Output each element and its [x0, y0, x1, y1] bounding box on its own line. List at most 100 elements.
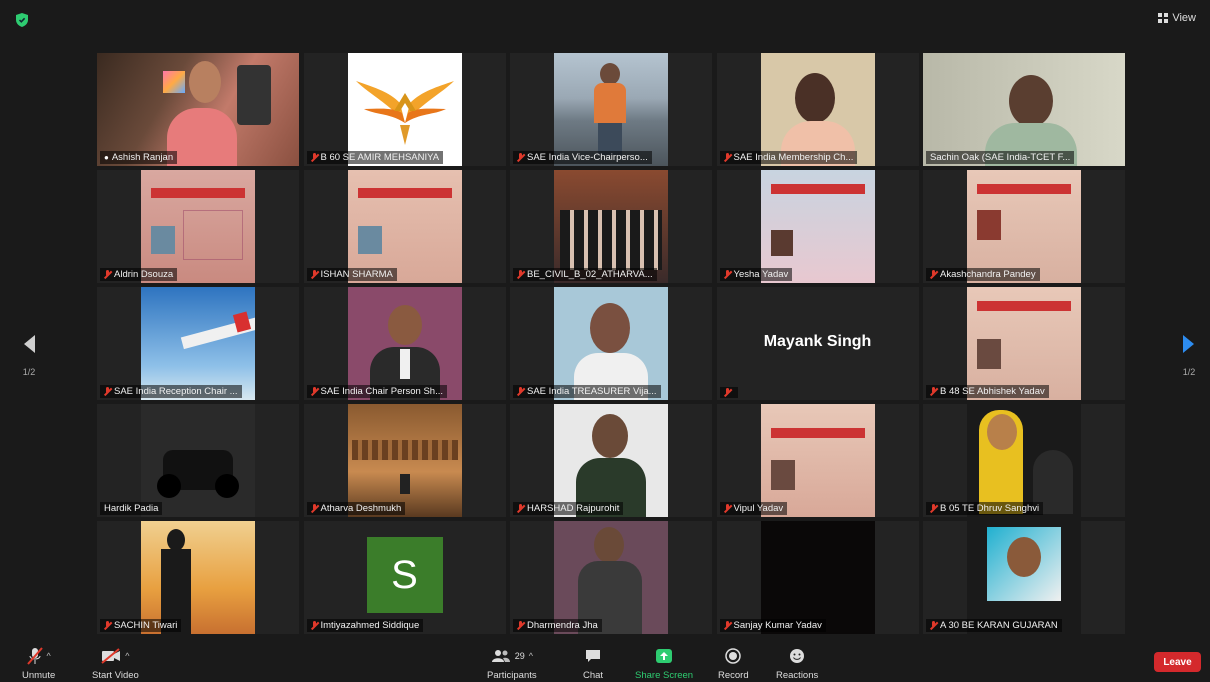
golden-wings-logo [355, 81, 454, 145]
participant-video [554, 287, 668, 400]
participant-video [347, 170, 462, 283]
muted-mic-icon [724, 388, 731, 397]
video-tile[interactable]: Vipul Yadav [716, 404, 919, 517]
video-tile[interactable]: Yesha Yadav [716, 170, 919, 283]
arrow-right-icon [1183, 335, 1194, 353]
video-tile[interactable]: BE_CIVIL_B_02_ATHARVA... [510, 170, 712, 283]
participant-name-label: ● Ashish Ranjan [100, 151, 178, 164]
participant-name: Sachin Oak (SAE India-TCET F... [930, 152, 1071, 163]
participant-name-label: B 60 SE AMIR MEHSANIYA [306, 151, 444, 164]
participant-video [347, 287, 462, 400]
participant-video [554, 53, 668, 166]
start-video-button[interactable]: ^ Start Video [92, 646, 139, 681]
record-button[interactable]: Record [718, 646, 749, 681]
participant-name-label: Dharmendra Jha [513, 619, 602, 632]
previous-page-button[interactable]: 1/2 [22, 334, 36, 377]
participant-name-label: A 30 BE KARAN GUJARAN [926, 619, 1062, 632]
video-tile[interactable]: SAE India TREASURER Vija... [510, 287, 712, 400]
audio-options-caret[interactable]: ^ [47, 651, 51, 661]
participant-name: BE_CIVIL_B_02_ATHARVA... [527, 269, 653, 280]
participant-name: ISHAN SHARMA [320, 269, 393, 280]
leave-button[interactable]: Leave [1154, 652, 1201, 672]
video-tile[interactable]: Sanjay Kumar Yadav [716, 521, 919, 634]
video-tile[interactable]: S Imtiyazahmed Siddique [303, 521, 506, 634]
muted-mic-icon [930, 270, 937, 279]
participant-name: HARSHAD Rajpurohit [527, 503, 620, 514]
video-tile[interactable]: Dharmendra Jha [510, 521, 712, 634]
share-screen-icon [656, 649, 673, 663]
video-tile[interactable]: B 05 TE Dhruv Sanghvi [923, 404, 1125, 517]
participant-name: SACHIN Tiwari [114, 620, 178, 631]
video-tile[interactable]: Aldrin Dsouza [97, 170, 299, 283]
share-screen-label: Share Screen [635, 670, 694, 681]
participant-name-label: Atharva Deshmukh [306, 502, 406, 515]
video-off-icon [101, 648, 121, 664]
video-tile[interactable]: HARSHAD Rajpurohit [510, 404, 712, 517]
page-indicator-left: 1/2 [22, 367, 36, 377]
video-tile[interactable]: Atharva Deshmukh [303, 404, 506, 517]
participants-button[interactable]: 29 ^ Participants [487, 646, 537, 681]
video-tile[interactable]: B 48 SE Abhishek Yadav [923, 287, 1125, 400]
video-tile[interactable]: SAE India Membership Ch... [716, 53, 919, 166]
participants-count: 29 [514, 651, 525, 661]
grid-view-icon [1158, 13, 1169, 23]
video-tile[interactable]: SACHIN Tiwari [97, 521, 299, 634]
video-tile[interactable]: ● Ashish Ranjan [97, 53, 299, 166]
view-button[interactable]: View [1158, 12, 1196, 24]
video-tile[interactable]: Mayank Singh [716, 287, 919, 400]
top-bar: View [0, 0, 1210, 40]
participant-name: Akashchandra Pandey [940, 269, 1036, 280]
video-tile[interactable]: B 60 SE AMIR MEHSANIYA [303, 53, 506, 166]
muted-mic-icon [104, 387, 111, 396]
participants-icon [491, 650, 510, 662]
muted-mic-icon [104, 270, 111, 279]
video-tile[interactable]: SAE India Reception Chair ... [97, 287, 299, 400]
participant-name-label: Akashchandra Pandey [926, 268, 1040, 281]
muted-mic-icon [930, 504, 937, 513]
video-tile[interactable]: A 30 BE KARAN GUJARAN [923, 521, 1125, 634]
participant-name-label: Aldrin Dsouza [100, 268, 178, 281]
record-label: Record [718, 670, 749, 681]
participant-video [141, 521, 255, 634]
participant-video [967, 404, 1081, 517]
video-tile[interactable]: SAE India Vice-Chairperso... [510, 53, 712, 166]
video-grid: ● Ashish Ranjan B 60 SE AMIR MEHSANIYA S… [97, 53, 1125, 637]
participant-display-name: Mayank Singh [763, 332, 872, 350]
next-page-button[interactable]: 1/2 [1182, 334, 1196, 377]
muted-mic-icon [930, 621, 937, 630]
participant-name-label: SAE India Vice-Chairperso... [513, 151, 652, 164]
participant-video [760, 53, 875, 166]
participant-name-label: Sachin Oak (SAE India-TCET F... [926, 151, 1075, 164]
participant-name: A 30 BE KARAN GUJARAN [940, 620, 1058, 631]
participant-video [347, 53, 462, 166]
participants-options-caret[interactable]: ^ [529, 651, 533, 661]
participant-video [347, 404, 462, 517]
participant-name-label: SAE India Membership Ch... [719, 151, 858, 164]
video-tile[interactable]: ISHAN SHARMA [303, 170, 506, 283]
smiley-icon [790, 649, 805, 663]
page-indicator-right: 1/2 [1182, 367, 1196, 377]
muted-mic-icon [517, 621, 524, 630]
participant-name-label: Sanjay Kumar Yadav [719, 619, 826, 632]
video-tile[interactable]: Akashchandra Pandey [923, 170, 1125, 283]
video-tile[interactable]: Hardik Padia [97, 404, 299, 517]
security-shield-icon[interactable] [14, 12, 30, 28]
participant-video [760, 170, 875, 283]
reactions-label: Reactions [776, 670, 819, 681]
participant-video [923, 53, 1125, 166]
participant-name: Ashish Ranjan [111, 152, 174, 163]
muted-microphone-icon [26, 647, 43, 665]
participant-name-label: BE_CIVIL_B_02_ATHARVA... [513, 268, 657, 281]
chat-label: Chat [583, 670, 604, 681]
video-tile[interactable]: Sachin Oak (SAE India-TCET F... [923, 53, 1125, 166]
unmuted-mic-icon: ● [104, 153, 109, 162]
reactions-button[interactable]: Reactions [776, 646, 818, 681]
participant-name-label: SACHIN Tiwari [100, 619, 182, 632]
video-tile[interactable]: SAE India Chair Person Sh... [303, 287, 506, 400]
chat-button[interactable]: Chat [583, 646, 603, 681]
unmute-button[interactable]: ^ Unmute [22, 646, 55, 681]
video-options-caret[interactable]: ^ [125, 651, 129, 661]
share-screen-button[interactable]: Share Screen [635, 646, 693, 681]
participant-name: B 60 SE AMIR MEHSANIYA [320, 152, 440, 163]
participant-video [554, 521, 668, 634]
